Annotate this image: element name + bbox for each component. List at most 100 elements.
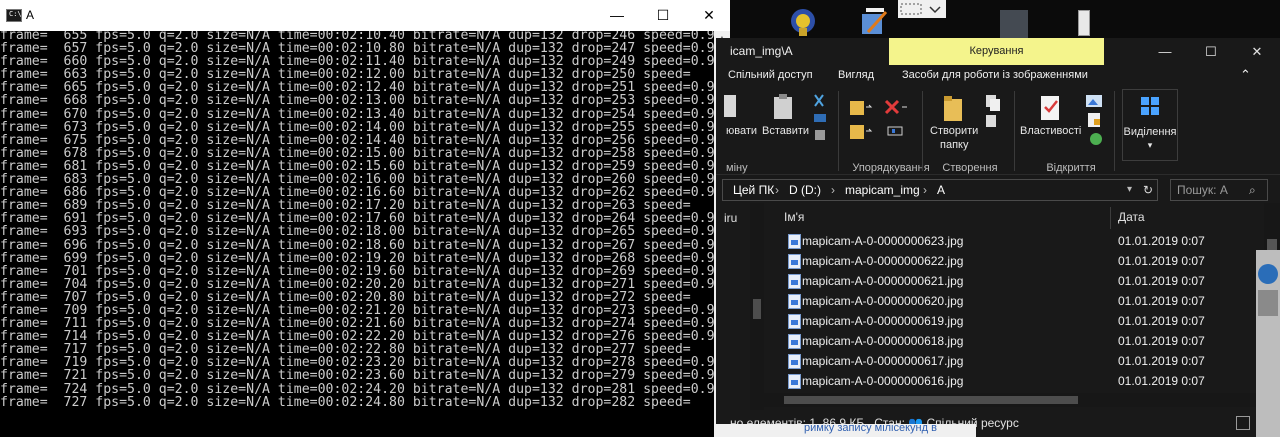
- move-copy-to-icons[interactable]: [848, 97, 874, 147]
- new-folder-icon[interactable]: [942, 93, 966, 123]
- file-row[interactable]: mapicam-A-0-0000000616.jpg 01.01.2019 0:0…: [784, 371, 1264, 391]
- select-button[interactable]: Виділення ▾: [1122, 89, 1178, 161]
- crumb-chevron-icon[interactable]: ›: [831, 180, 835, 200]
- navigation-scrollbar[interactable]: [750, 203, 764, 410]
- crumb-chevron-icon[interactable]: ›: [923, 180, 927, 200]
- delete-rename-icons[interactable]: [884, 97, 910, 147]
- image-file-icon: [788, 234, 801, 249]
- manage-context-tab-header[interactable]: Керування: [889, 38, 1104, 65]
- nav-item[interactable]: iru: [724, 211, 737, 225]
- file-row[interactable]: mapicam-A-0-0000000620.jpg 01.01.2019 0:0…: [784, 291, 1264, 311]
- properties-label[interactable]: Властивості: [1020, 125, 1081, 137]
- app-badge-icon[interactable]: [1258, 264, 1278, 284]
- console-line: frame= 678 fps=5.0 q=2.0 size=N/A time=0…: [0, 145, 714, 161]
- cut-copypath-icons[interactable]: [812, 92, 828, 144]
- file-date: 01.01.2019 0:07: [1118, 274, 1205, 288]
- horizontal-scroll-thumb[interactable]: [784, 396, 1078, 404]
- file-list[interactable]: Ім'я Дата mapicam-A-0-0000000623.jpg 01.0…: [764, 203, 1264, 410]
- console-line: frame= 704 fps=5.0 q=2.0 size=N/A time=0…: [0, 276, 714, 292]
- desktop-area: [730, 0, 1280, 38]
- new-folder-label-line1[interactable]: Створити: [930, 125, 978, 137]
- file-row[interactable]: mapicam-A-0-0000000623.jpg 01.01.2019 0:0…: [784, 231, 1264, 251]
- file-date: 01.01.2019 0:07: [1118, 334, 1205, 348]
- column-name[interactable]: Ім'я: [784, 210, 804, 224]
- image-file-icon: [788, 374, 801, 389]
- column-divider[interactable]: [1110, 207, 1111, 229]
- file-row[interactable]: mapicam-A-0-0000000619.jpg 01.01.2019 0:0…: [784, 311, 1264, 331]
- properties-icon[interactable]: [1038, 93, 1064, 123]
- file-explorer-window[interactable]: icam_img\A Керування — ☐ ✕ Спільний дост…: [716, 38, 1280, 437]
- crumb-chevron-icon[interactable]: ›: [775, 180, 779, 200]
- new-group-label: Створення: [942, 162, 998, 174]
- column-date[interactable]: Дата: [1118, 210, 1145, 224]
- file-date: 01.01.2019 0:07: [1118, 314, 1205, 328]
- console-line: frame= 670 fps=5.0 q=2.0 size=N/A time=0…: [0, 106, 714, 122]
- console-titlebar[interactable]: C:\ A — ☐ ✕: [0, 0, 730, 31]
- clipboard-group-label: міну: [726, 162, 748, 174]
- explorer-maximize-button[interactable]: ☐: [1188, 38, 1234, 65]
- details-view-icon[interactable]: [1236, 416, 1250, 430]
- crumb-a[interactable]: A: [937, 180, 945, 200]
- copy-button-label[interactable]: ювати: [726, 125, 757, 137]
- navigation-pane[interactable]: iru: [716, 203, 750, 410]
- console-line: frame= 707 fps=5.0 q=2.0 size=N/A time=0…: [0, 289, 714, 305]
- horizontal-scrollbar[interactable]: [764, 393, 1264, 407]
- console-app-icon: C:\: [6, 9, 22, 22]
- file-date: 01.01.2019 0:07: [1118, 374, 1205, 388]
- desktop-shortcut-icon[interactable]: [785, 6, 821, 38]
- console-title: A: [26, 8, 35, 22]
- console-line: frame= 701 fps=5.0 q=2.0 size=N/A time=0…: [0, 263, 714, 279]
- paste-button-label[interactable]: Вставити: [762, 125, 809, 137]
- address-bar[interactable]: Цей ПК › D (D:) › mapicam_img › A ▾ ↻: [722, 179, 1158, 201]
- console-lines: frame= 655 fps=5.0 q=2.0 size=N/A time=0…: [0, 31, 714, 409]
- background-window-fragment: римку запису мілісекунд в: [716, 424, 976, 437]
- file-row[interactable]: mapicam-A-0-0000000618.jpg 01.01.2019 0:0…: [784, 331, 1264, 351]
- tab-picture-tools[interactable]: Засоби для роботи із зображеннями: [902, 69, 1088, 81]
- search-box[interactable]: Пошук: A ⌕: [1170, 179, 1268, 201]
- tab-share[interactable]: Спільний доступ: [728, 69, 813, 81]
- desktop-thumbnail-icon[interactable]: [1000, 10, 1028, 38]
- console-line: frame= 699 fps=5.0 q=2.0 size=N/A time=0…: [0, 250, 714, 266]
- file-row[interactable]: mapicam-A-0-0000000622.jpg 01.01.2019 0:0…: [784, 251, 1264, 271]
- crumb-this-pc[interactable]: Цей ПК: [733, 180, 774, 200]
- file-date: 01.01.2019 0:07: [1118, 354, 1205, 368]
- copy-icon[interactable]: [724, 93, 738, 121]
- address-dropdown-icon[interactable]: ▾: [1127, 180, 1132, 200]
- paste-icon[interactable]: [772, 93, 796, 121]
- organize-group-label: Упорядкування: [852, 162, 930, 174]
- open-edit-history-icons[interactable]: [1084, 93, 1108, 153]
- file-row[interactable]: mapicam-A-0-0000000617.jpg 01.01.2019 0:0…: [784, 351, 1264, 371]
- file-row[interactable]: mapicam-A-0-0000000621.jpg 01.01.2019 0:0…: [784, 271, 1264, 291]
- file-name: mapicam-A-0-0000000622.jpg: [802, 254, 964, 268]
- refresh-icon[interactable]: ↻: [1143, 180, 1153, 200]
- ribbon-separator: [922, 91, 923, 171]
- console-window[interactable]: C:\ A — ☐ ✕ frame= 655 fps=5.0 q=2.0 siz…: [0, 0, 730, 437]
- explorer-minimize-button[interactable]: —: [1142, 38, 1188, 65]
- console-output[interactable]: frame= 655 fps=5.0 q=2.0 size=N/A time=0…: [0, 31, 714, 437]
- explorer-close-button[interactable]: ✕: [1234, 38, 1280, 65]
- desktop-file-icon[interactable]: [1078, 10, 1090, 36]
- crumb-mapicam-img[interactable]: mapicam_img: [845, 180, 920, 200]
- console-minimize-button[interactable]: —: [594, 0, 640, 31]
- desktop-toolbar-fragment[interactable]: [898, 0, 946, 18]
- file-name: mapicam-A-0-0000000621.jpg: [802, 274, 964, 288]
- crumb-drive-d[interactable]: D (D:): [789, 180, 821, 200]
- ribbon-tabs: Спільний доступ Вигляд Засоби для роботи…: [716, 65, 1280, 87]
- new-folder-label-line2[interactable]: папку: [940, 139, 968, 151]
- ribbon-expand-icon[interactable]: ⌃: [1240, 67, 1251, 83]
- select-label: Виділення: [1123, 126, 1177, 138]
- console-maximize-button[interactable]: ☐: [640, 0, 686, 31]
- file-name: mapicam-A-0-0000000623.jpg: [802, 234, 964, 248]
- address-bar-row: Цей ПК › D (D:) › mapicam_img › A ▾ ↻ По…: [716, 177, 1280, 203]
- desktop-editor-icon[interactable]: [858, 6, 890, 38]
- explorer-titlebar[interactable]: icam_img\A Керування — ☐ ✕: [716, 38, 1280, 65]
- console-icon-glyph: C:\: [9, 10, 22, 18]
- navigation-scroll-thumb[interactable]: [753, 299, 761, 319]
- side-panel-icon[interactable]: [1258, 290, 1278, 316]
- console-line: frame= 668 fps=5.0 q=2.0 size=N/A time=0…: [0, 93, 714, 109]
- file-name: mapicam-A-0-0000000616.jpg: [802, 374, 964, 388]
- ribbon: ювати Вставити міну Упорядкування Створи…: [716, 87, 1280, 175]
- tab-view[interactable]: Вигляд: [838, 69, 874, 81]
- console-close-button[interactable]: ✕: [686, 0, 732, 31]
- new-item-icons[interactable]: [984, 93, 1008, 133]
